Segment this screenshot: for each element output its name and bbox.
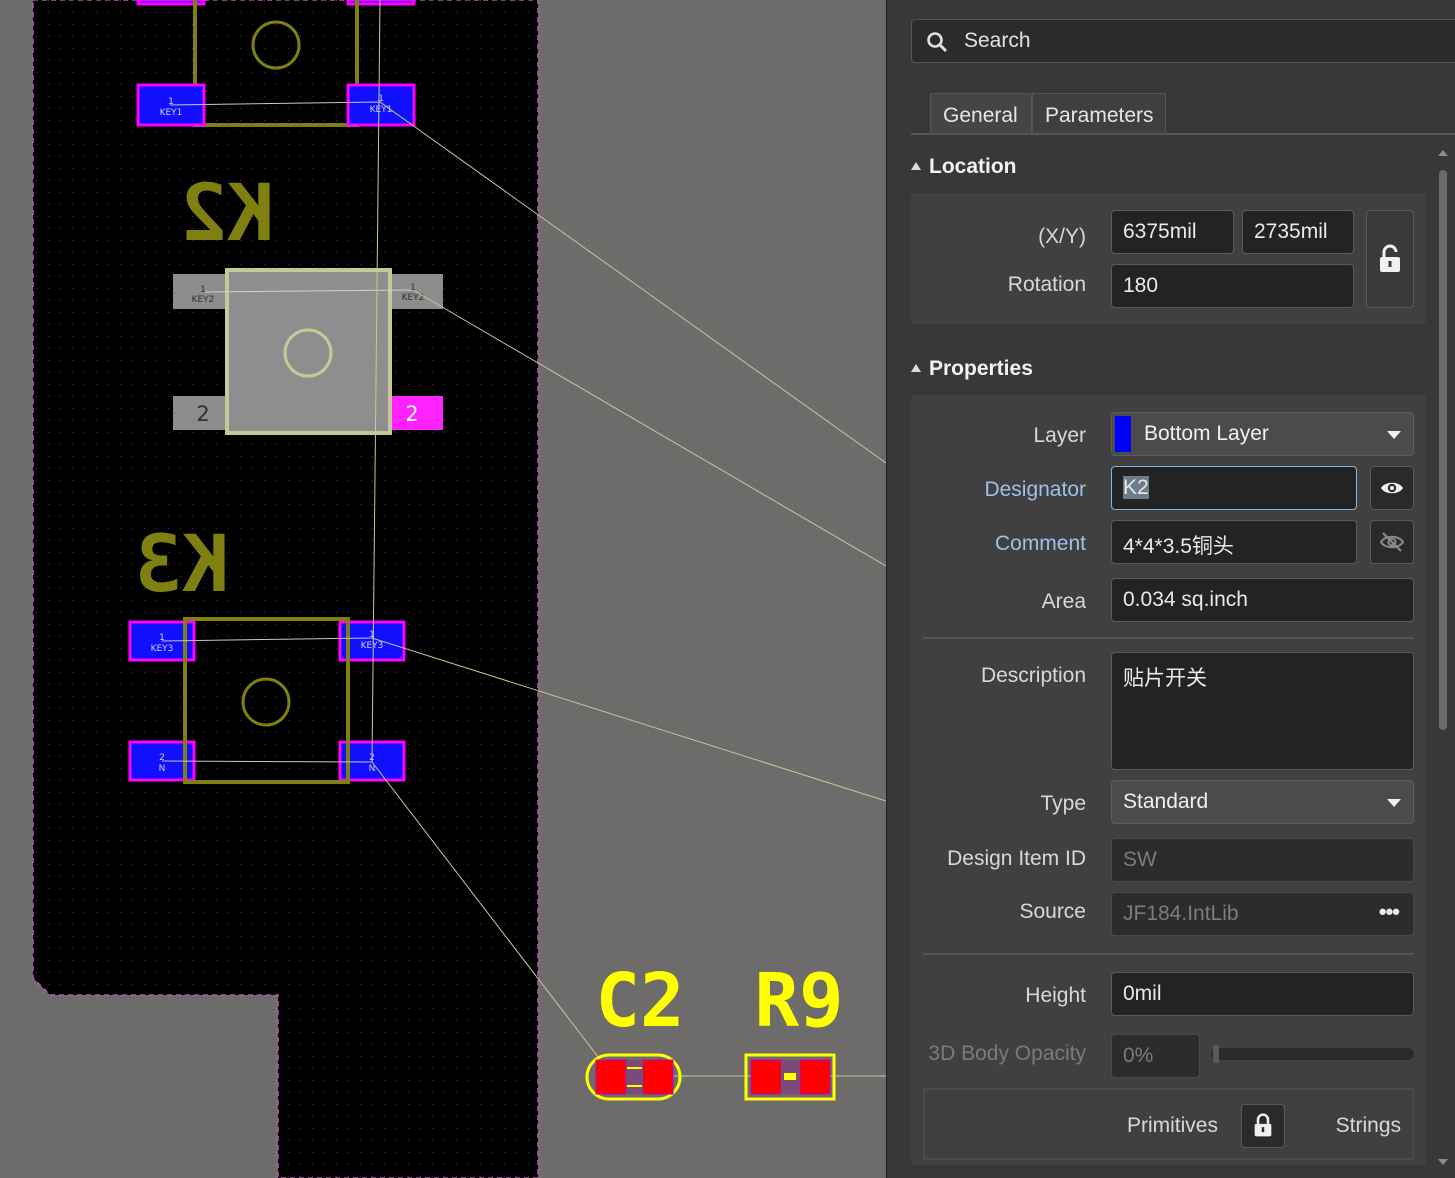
source-value: JF184.IntLib: [1123, 902, 1239, 925]
tab-divider: [911, 133, 1455, 135]
designator-k3: K3: [135, 520, 229, 610]
pad-label: KEY2: [192, 295, 215, 305]
designator-visibility-button[interactable]: [1370, 466, 1414, 510]
properties-section: Layer Bottom Layer Designator K2 Comment…: [911, 395, 1426, 1165]
design-item-id-label: Design Item ID: [947, 847, 1086, 870]
type-value: Standard: [1123, 790, 1209, 813]
primitives-lock-button[interactable]: [1241, 1104, 1285, 1148]
chevron-down-icon: [1387, 799, 1401, 807]
designator-r9: R9: [754, 958, 843, 1044]
layer-dropdown[interactable]: Bottom Layer: [1111, 412, 1414, 456]
section-location-header[interactable]: Location: [911, 155, 1017, 179]
component-c2: [585, 1053, 682, 1101]
scroll-up-icon[interactable]: [1438, 150, 1448, 156]
chevron-down-icon: [1387, 431, 1401, 439]
primitives-label: Primitives: [1126, 1114, 1218, 1137]
pad-label: KEY1: [160, 108, 183, 118]
tab-general[interactable]: General: [930, 93, 1032, 133]
type-label: Type: [1040, 792, 1086, 815]
divider: [923, 953, 1414, 955]
pcb-drawing[interactable]: 1 KEY1 1 KEY1 K2 1 KEY2 1 KEY2 2 2 K3 1 …: [0, 0, 886, 1178]
designator-value: K2: [1123, 476, 1149, 499]
scroll-thumb[interactable]: [1439, 170, 1447, 730]
scroll-down-icon[interactable]: [1438, 1159, 1448, 1165]
x-field[interactable]: 6375mil: [1111, 210, 1234, 254]
unlock-icon: [1380, 244, 1400, 272]
designator-c2: C2: [595, 958, 684, 1044]
rotation-field[interactable]: 180: [1111, 264, 1354, 308]
pad-label: 2: [196, 402, 209, 426]
properties-panel: Search General Parameters Location (X/Y)…: [886, 0, 1455, 1178]
pad-label: 2: [405, 402, 418, 426]
collapse-triangle-icon: [911, 364, 921, 372]
description-field[interactable]: 贴片开关: [1111, 652, 1414, 770]
section-title: Properties: [929, 357, 1033, 380]
height-label: Height: [1025, 984, 1086, 1007]
more-options-icon[interactable]: •••: [1379, 899, 1400, 925]
location-section: (X/Y) 6375mil 2735mil Rotation 180: [911, 193, 1426, 324]
pad-label: KEY1: [370, 105, 393, 115]
lock-icon: [1254, 1113, 1272, 1137]
source-field: JF184.IntLib •••: [1111, 892, 1414, 936]
primitives-strings-row: Primitives Strings: [923, 1088, 1414, 1160]
source-label: Source: [1019, 900, 1086, 923]
section-properties-header[interactable]: Properties: [911, 357, 1033, 381]
strings-label: Strings: [1335, 1114, 1401, 1137]
pad-label: 1: [168, 97, 174, 107]
divider: [923, 637, 1414, 639]
description-label: Description: [980, 664, 1086, 687]
component-r9: [744, 1053, 836, 1101]
area-label: Area: [1041, 590, 1086, 613]
design-item-id-field: SW: [1111, 838, 1414, 882]
opacity-field: 0%: [1111, 1034, 1200, 1078]
height-field[interactable]: 0mil: [1111, 972, 1414, 1016]
search-placeholder: Search: [964, 29, 1031, 52]
collapse-triangle-icon: [911, 162, 921, 170]
layer-value: Bottom Layer: [1144, 422, 1269, 445]
pad-label: N: [159, 764, 166, 774]
pcb-canvas[interactable]: 1 KEY1 1 KEY1 K2 1 KEY2 1 KEY2 2 2 K3 1 …: [0, 0, 886, 1178]
tab-parameters[interactable]: Parameters: [1032, 93, 1166, 133]
search-input[interactable]: Search: [911, 19, 1455, 63]
designator-field[interactable]: K2: [1111, 466, 1357, 510]
area-field: 0.034 sq.inch: [1111, 578, 1414, 622]
eye-hidden-icon: [1380, 532, 1404, 552]
comment-visibility-button[interactable]: [1370, 520, 1414, 564]
xy-label: (X/Y): [1038, 225, 1086, 248]
layer-color-swatch: [1115, 416, 1131, 452]
section-title: Location: [929, 155, 1017, 178]
pad-label: KEY3: [151, 644, 174, 654]
rotation-label: Rotation: [1007, 273, 1086, 296]
pad-label: 1: [159, 633, 165, 643]
lock-location-button[interactable]: [1366, 210, 1414, 308]
type-dropdown[interactable]: Standard: [1111, 780, 1414, 824]
y-field[interactable]: 2735mil: [1242, 210, 1354, 254]
slider-handle: [1213, 1045, 1219, 1063]
pad-label: 1: [200, 285, 206, 295]
scrollbar[interactable]: [1438, 150, 1448, 1165]
comment-field[interactable]: 4*4*3.5铜头: [1111, 520, 1357, 564]
layer-label: Layer: [1033, 424, 1086, 447]
designator-k2: K2: [180, 169, 274, 259]
opacity-label: 3D Body Opacity: [928, 1042, 1086, 1065]
opacity-slider: [1211, 1045, 1414, 1063]
designator-label: Designator: [984, 478, 1086, 501]
pad-label: 2: [159, 753, 165, 763]
eye-icon: [1381, 482, 1403, 494]
pad-label: KEY3: [361, 641, 384, 651]
search-icon: [927, 32, 948, 53]
comment-label: Comment: [994, 532, 1086, 555]
